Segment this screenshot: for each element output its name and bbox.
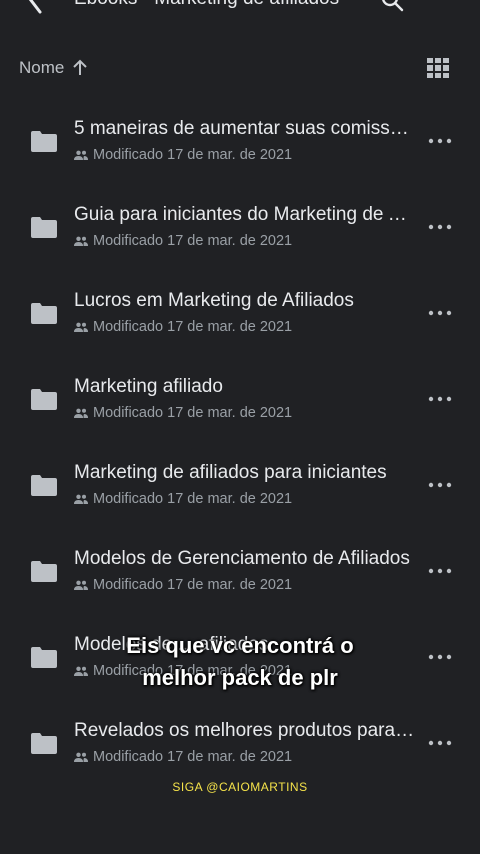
folder-icon — [31, 217, 57, 238]
list-item[interactable]: 5 maneiras de aumentar suas comissões Mo… — [0, 100, 480, 186]
file-name: Marketing afiliado — [74, 376, 223, 397]
more-options-icon[interactable] — [428, 138, 452, 144]
list-item[interactable]: Marketing afiliado Modificado 17 de mar.… — [0, 358, 480, 444]
file-name: Guia para iniciantes do Marketing de Afi… — [74, 204, 419, 225]
shared-icon — [74, 494, 88, 504]
folder-icon — [31, 475, 57, 496]
folder-icon — [31, 733, 57, 754]
list-item[interactable]: Revelados os melhores produtos para afil… — [0, 702, 480, 788]
more-options-icon[interactable] — [428, 310, 452, 316]
shared-icon — [74, 150, 88, 160]
search-icon[interactable] — [380, 0, 404, 12]
file-name: 5 maneiras de aumentar suas comissões — [74, 118, 419, 139]
arrow-up-icon[interactable] — [71, 58, 89, 78]
shared-icon — [74, 752, 88, 762]
list-item[interactable]: Marketing de afiliados para iniciantes M… — [0, 444, 480, 530]
shared-icon — [74, 580, 88, 590]
top-app-bar: Ebooks - Marketing de afiliados — [0, 0, 480, 22]
watermark: SIGA @CAIOMARTINS — [172, 780, 308, 794]
modified-date: Modificado 17 de mar. de 2021 — [93, 749, 293, 765]
more-options-icon[interactable] — [428, 224, 452, 230]
folder-icon — [31, 561, 57, 582]
modified-date: Modificado 17 de mar. de 2021 — [93, 319, 293, 335]
modified-date: Modificado 17 de mar. de 2021 — [93, 405, 293, 421]
shared-icon — [74, 408, 88, 418]
file-name: Marketing de afiliados para iniciantes — [74, 462, 387, 483]
grid-view-icon[interactable] — [427, 58, 449, 78]
list-item[interactable]: Lucros em Marketing de Afiliados Modific… — [0, 272, 480, 358]
modified-date: Modificado 17 de mar. de 2021 — [93, 147, 293, 163]
sort-by-name-button[interactable]: Nome — [19, 58, 64, 78]
modified-date: Modificado 17 de mar. de 2021 — [93, 491, 293, 507]
sort-bar: Nome — [0, 52, 480, 84]
folder-icon — [31, 389, 57, 410]
folder-icon — [31, 131, 57, 152]
back-arrow-icon[interactable] — [22, 0, 46, 14]
file-name: Revelados os melhores produtos para afil… — [74, 720, 419, 741]
list-item[interactable]: Modelos de Gerenciamento de Afiliados Mo… — [0, 530, 480, 616]
modified-date: Modificado 17 de mar. de 2021 — [93, 233, 293, 249]
video-caption: Eis que vc encontrá o melhor pack de plr — [0, 630, 480, 694]
more-options-icon[interactable] — [428, 740, 452, 746]
shared-icon — [74, 236, 88, 246]
shared-icon — [74, 322, 88, 332]
caption-line-2: melhor pack de plr — [142, 665, 338, 690]
more-options-icon[interactable] — [428, 482, 452, 488]
file-name: Lucros em Marketing de Afiliados — [74, 290, 354, 311]
more-options-icon[interactable] — [428, 396, 452, 402]
folder-icon — [31, 303, 57, 324]
window-title: Ebooks - Marketing de afiliados — [74, 0, 364, 10]
modified-date: Modificado 17 de mar. de 2021 — [93, 577, 293, 593]
more-options-icon[interactable] — [428, 568, 452, 574]
caption-line-1: Eis que vc encontrá o — [126, 633, 354, 658]
file-name: Modelos de Gerenciamento de Afiliados — [74, 548, 410, 569]
more-options-icon[interactable] — [434, 0, 458, 4]
list-item[interactable]: Guia para iniciantes do Marketing de Afi… — [0, 186, 480, 272]
